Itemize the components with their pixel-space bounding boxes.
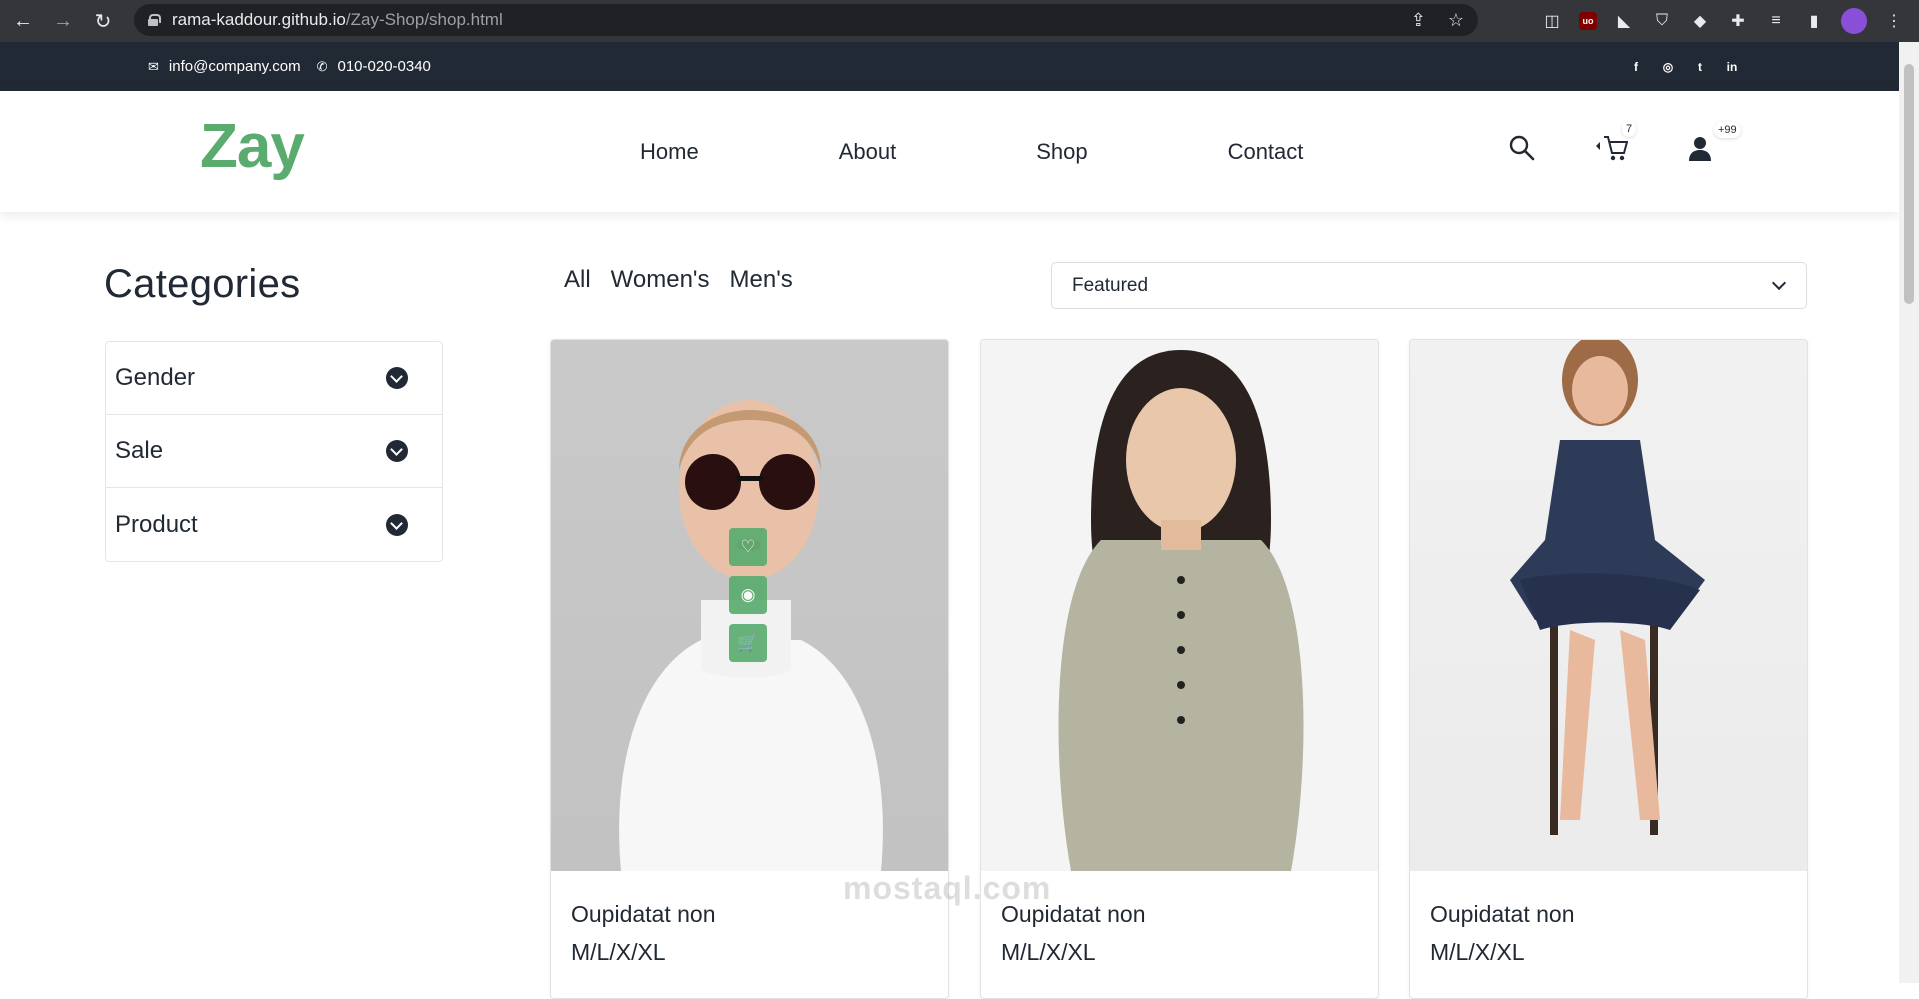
- extension-shield-icon[interactable]: ⛉: [1651, 10, 1673, 32]
- category-label: Sale: [115, 437, 164, 464]
- category-product[interactable]: Product: [106, 488, 442, 561]
- extension-color-icon[interactable]: ◆: [1689, 10, 1711, 32]
- contact-phone[interactable]: 010-020-0340: [337, 58, 430, 75]
- back-icon[interactable]: ←: [6, 4, 40, 38]
- twitter-icon[interactable]: t: [1693, 60, 1707, 74]
- search-icon[interactable]: [1508, 134, 1536, 169]
- sort-selected-value: Featured: [1072, 274, 1149, 296]
- extensions-puzzle-icon[interactable]: ✚: [1727, 10, 1749, 32]
- product-name[interactable]: Oupidatat non: [571, 895, 716, 933]
- category-gender[interactable]: Gender: [106, 342, 442, 415]
- side-panel-icon[interactable]: ▮: [1803, 10, 1825, 32]
- media-queue-icon[interactable]: ≡: [1765, 10, 1787, 32]
- browser-menu-icon[interactable]: ⋮: [1883, 10, 1905, 32]
- bookmark-star-icon[interactable]: ☆: [1448, 10, 1464, 31]
- nav-about[interactable]: About: [839, 139, 897, 165]
- scrollbar-thumb[interactable]: [1904, 64, 1914, 304]
- address-bar[interactable]: rama-kaddour.github.io/Zay-Shop/shop.htm…: [134, 4, 1478, 36]
- product-sizes: M/L/X/XL: [1001, 939, 1096, 965]
- add-to-cart-icon[interactable]: 🛒: [729, 624, 767, 662]
- facebook-icon[interactable]: f: [1629, 60, 1643, 74]
- product-image[interactable]: ♡ ◉ 🛒: [551, 340, 948, 871]
- wishlist-heart-icon[interactable]: ♡: [729, 528, 767, 566]
- watermark: mostaql.com: [843, 870, 1052, 906]
- extension-reader-icon[interactable]: ◫: [1541, 10, 1563, 32]
- email-icon: ✉: [148, 58, 159, 74]
- quick-view-eye-icon[interactable]: ◉: [729, 576, 767, 614]
- share-icon[interactable]: ⇪: [1411, 10, 1426, 31]
- product-name[interactable]: Oupidatat non: [1430, 895, 1575, 933]
- forward-icon[interactable]: →: [46, 4, 80, 38]
- chevron-down-icon[interactable]: [386, 367, 408, 389]
- category-label: Gender: [115, 364, 196, 391]
- user-button[interactable]: +99: [1686, 122, 1741, 169]
- user-count-badge: +99: [1714, 122, 1741, 138]
- category-sale[interactable]: Sale: [106, 415, 442, 488]
- lock-icon: [148, 14, 161, 26]
- profile-avatar-icon[interactable]: [1841, 8, 1867, 34]
- phone-icon: ✆: [316, 58, 328, 74]
- sort-select[interactable]: Featured: [1051, 262, 1807, 309]
- url-host: rama-kaddour.github.io: [172, 10, 346, 29]
- product-card[interactable]: Oupidatat non M/L/X/XL: [1409, 339, 1808, 999]
- user-icon: [1689, 137, 1711, 161]
- site-header: Zay Home About Shop Contact 7 +99: [0, 91, 1899, 212]
- product-image[interactable]: [1410, 340, 1807, 871]
- cart-count-badge: 7: [1622, 121, 1637, 137]
- filter-womens[interactable]: Women's: [611, 266, 710, 294]
- cart-button[interactable]: 7: [1594, 121, 1637, 170]
- chevron-down-icon: [1771, 275, 1787, 291]
- main-nav: Home About Shop Contact: [640, 91, 1443, 212]
- browser-chrome: ← → ↻ rama-kaddour.github.io/Zay-Shop/sh…: [0, 0, 1919, 42]
- extension-hat-icon[interactable]: ◣: [1613, 10, 1635, 32]
- product-sizes: M/L/X/XL: [571, 939, 666, 965]
- cart-icon: [1596, 136, 1629, 161]
- nav-home[interactable]: Home: [640, 139, 699, 165]
- page-scrollbar[interactable]: [1899, 42, 1919, 983]
- categories-title: Categories: [104, 262, 301, 306]
- product-image[interactable]: [981, 340, 1378, 871]
- nav-shop[interactable]: Shop: [1036, 139, 1087, 165]
- instagram-icon[interactable]: ◎: [1661, 60, 1675, 74]
- category-label: Product: [115, 510, 198, 538]
- filter-all[interactable]: All: [564, 266, 591, 294]
- filter-tabs: All Women's Men's: [564, 266, 793, 294]
- contact-email[interactable]: info@company.com: [169, 58, 301, 75]
- reload-icon[interactable]: ↻: [86, 4, 120, 38]
- filter-mens[interactable]: Men's: [730, 266, 793, 294]
- url-path: /Zay-Shop/shop.html: [345, 10, 503, 29]
- top-info-bar: ✉ info@company.com ✆ 010-020-0340 f ◎ t …: [0, 42, 1899, 91]
- site-logo[interactable]: Zay: [200, 111, 305, 182]
- category-list: Gender Sale Product: [105, 341, 443, 562]
- product-sizes: M/L/X/XL: [1430, 939, 1525, 965]
- linkedin-icon[interactable]: in: [1725, 60, 1739, 74]
- chevron-down-icon[interactable]: [386, 440, 408, 462]
- ublock-icon[interactable]: uo: [1579, 12, 1597, 30]
- chevron-down-icon[interactable]: [386, 513, 408, 536]
- nav-contact[interactable]: Contact: [1228, 139, 1304, 165]
